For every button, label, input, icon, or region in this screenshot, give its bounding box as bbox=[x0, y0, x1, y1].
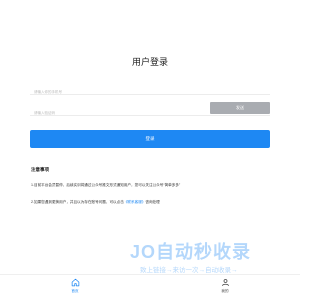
note-item-2: 2.如果您遇到更换用户，并且以为存在账号问题，可以点击《联系客服》咨询处理 bbox=[31, 200, 271, 205]
watermark-tagline: 致上链接→来访一次→自动收录→ bbox=[140, 267, 238, 274]
contact-support-link[interactable]: 《联系客服》 bbox=[124, 200, 146, 204]
code-field: 发送 bbox=[30, 101, 270, 119]
phone-input[interactable] bbox=[30, 86, 184, 98]
watermark: JO自动秒收录 致上链接→来访一次→自动收录→ bbox=[130, 238, 280, 278]
notes-title: 注意事项 bbox=[31, 167, 49, 172]
tab-mine[interactable]: 我的 bbox=[205, 278, 245, 298]
home-icon bbox=[71, 278, 79, 287]
login-button[interactable]: 登录 bbox=[30, 130, 270, 148]
note-item-1: 1.目前平台会员暂停，后续实训将通过公众号推文形式通知用户，您可以关注公众号“简… bbox=[31, 183, 181, 187]
user-icon bbox=[221, 279, 229, 286]
note-item-2-suffix: 咨询处理 bbox=[145, 200, 160, 204]
tab-home[interactable]: 首页 bbox=[55, 278, 95, 298]
tab-mine-label: 我的 bbox=[221, 289, 229, 293]
bottom-tabbar: 首页 我的 bbox=[0, 274, 300, 300]
code-input[interactable] bbox=[30, 107, 184, 119]
watermark-logo-text: JO自动秒收录 bbox=[130, 242, 252, 262]
phone-field bbox=[30, 80, 270, 98]
page-title: 用户登录 bbox=[131, 57, 168, 67]
tab-home-label: 首页 bbox=[71, 289, 79, 293]
note-item-2-text: 2.如果您遇到更换用户，并且以为存在账号问题，可以点击 bbox=[31, 200, 124, 204]
send-code-button[interactable]: 发送 bbox=[210, 102, 270, 114]
